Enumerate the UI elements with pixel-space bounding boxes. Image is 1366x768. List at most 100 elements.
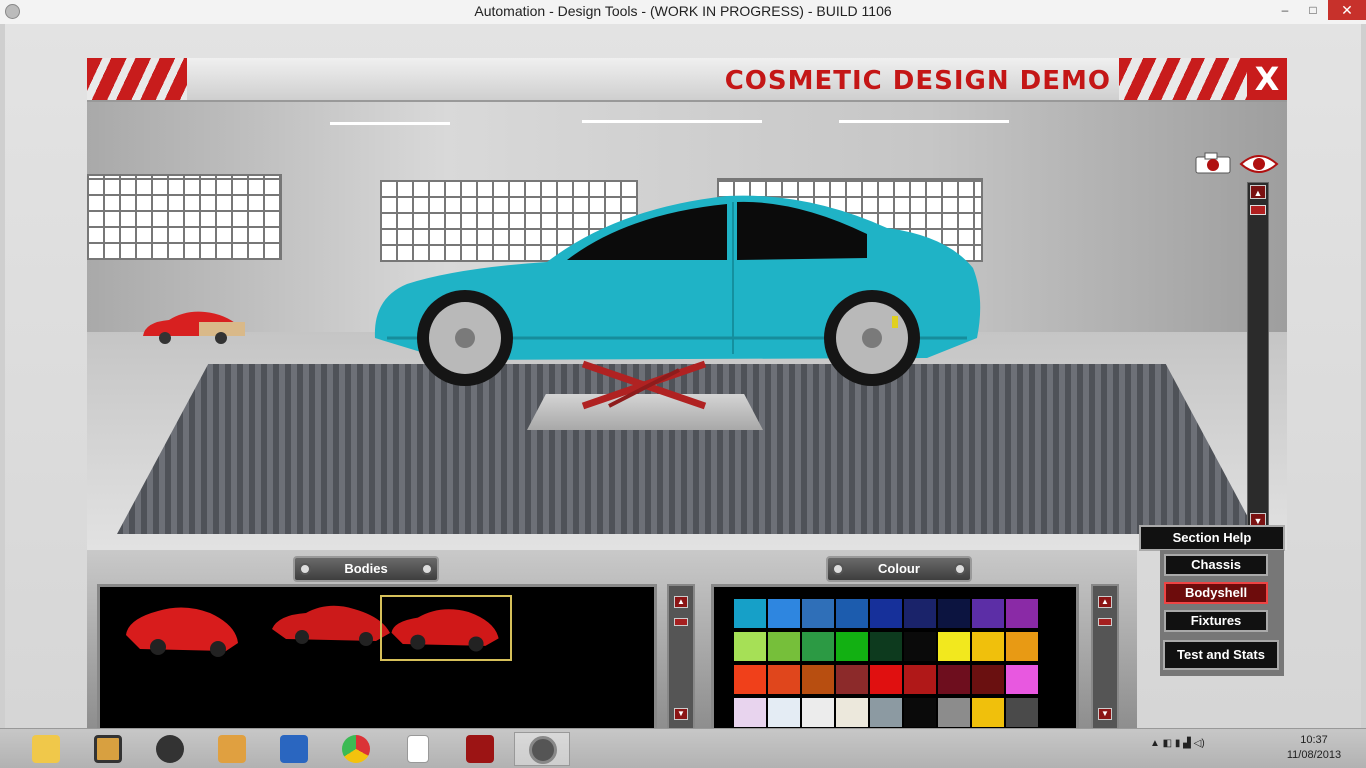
clock-time: 10:37: [1300, 734, 1328, 746]
colour-swatch[interactable]: [802, 632, 834, 661]
bodies-list: [97, 584, 657, 732]
speaker-icon: [156, 735, 184, 763]
colour-swatch[interactable]: [768, 632, 800, 661]
body-option-sedan[interactable]: [266, 595, 398, 661]
colour-swatch[interactable]: [870, 665, 902, 694]
control-panel-icon: [280, 735, 308, 763]
car-model[interactable]: [367, 188, 987, 388]
tab-bolt: [421, 563, 433, 575]
colour-swatch[interactable]: [870, 632, 902, 661]
chevron-down-icon[interactable]: ▼: [1098, 708, 1112, 720]
maximize-button[interactable]: □: [1300, 0, 1326, 20]
bodies-scrollbar[interactable]: ▲ ▼: [667, 584, 695, 732]
colour-swatch[interactable]: [1006, 599, 1038, 628]
scroll-thumb[interactable]: [674, 618, 688, 626]
zoom-slider[interactable]: ▲ ▼: [1247, 182, 1269, 530]
chevron-up-icon[interactable]: ▲: [674, 596, 688, 608]
colour-swatch[interactable]: [870, 599, 902, 628]
chevron-up-icon[interactable]: ▲: [1098, 596, 1112, 608]
chevron-down-icon[interactable]: ▼: [674, 708, 688, 720]
bodyshell-button[interactable]: Bodyshell: [1164, 582, 1268, 604]
colour-swatch[interactable]: [836, 665, 868, 694]
power-icon: [466, 735, 494, 763]
colour-swatch[interactable]: [938, 665, 970, 694]
close-demo-button[interactable]: X: [1247, 58, 1287, 100]
gear-icon: [94, 735, 122, 763]
clock-date: 11/08/2013: [1286, 749, 1342, 761]
close-window-button[interactable]: ✕: [1328, 0, 1366, 20]
taskbar-settings-app[interactable]: [80, 732, 136, 766]
colour-swatch[interactable]: [1006, 632, 1038, 661]
colour-swatch[interactable]: [938, 599, 970, 628]
colour-swatch[interactable]: [972, 599, 1004, 628]
colour-swatch[interactable]: [802, 665, 834, 694]
colour-swatch[interactable]: [1006, 665, 1038, 694]
colour-palette: [711, 584, 1079, 732]
doc-icon: [218, 735, 246, 763]
colour-swatch[interactable]: [938, 632, 970, 661]
colour-swatch[interactable]: [972, 665, 1004, 694]
taskbar-file-explorer[interactable]: [18, 732, 74, 766]
demo-title: COSMETIC DESIGN DEMO: [724, 66, 1111, 96]
colour-swatch[interactable]: [972, 632, 1004, 661]
scroll-thumb[interactable]: [1098, 618, 1112, 626]
ceiling-light: [582, 120, 762, 123]
colour-swatch[interactable]: [836, 632, 868, 661]
colour-swatch[interactable]: [1006, 698, 1038, 727]
colour-swatch[interactable]: [904, 698, 936, 727]
colour-swatch[interactable]: [836, 599, 868, 628]
window-titlebar: Automation - Design Tools - (WORK IN PRO…: [0, 0, 1366, 24]
slider-thumb[interactable]: [1250, 205, 1266, 215]
colour-label: Colour: [878, 561, 920, 576]
colour-swatch[interactable]: [768, 665, 800, 694]
folder-icon: [32, 735, 60, 763]
system-tray[interactable]: ▲ ◧ ▮ ▟ ◁): [1150, 738, 1205, 749]
colour-swatch[interactable]: [972, 698, 1004, 727]
colour-swatch[interactable]: [768, 698, 800, 727]
colour-swatch[interactable]: [836, 698, 868, 727]
colour-swatch[interactable]: [870, 698, 902, 727]
colour-swatch[interactable]: [904, 632, 936, 661]
garage-viewport[interactable]: COSMETIC DESIGN DEMO X ▲ ▼: [87, 58, 1287, 550]
body-option-coupe[interactable]: [380, 595, 512, 661]
taskbar-blank-document[interactable]: [390, 732, 446, 766]
taskbar-power-app[interactable]: [452, 732, 508, 766]
section-help-button[interactable]: Section Help: [1139, 525, 1285, 551]
colour-swatch[interactable]: [734, 698, 766, 727]
window-title: Automation - Design Tools - (WORK IN PRO…: [474, 3, 892, 19]
bodies-tab[interactable]: Bodies: [293, 556, 439, 582]
eye-icon[interactable]: [1239, 152, 1279, 176]
tab-bolt: [954, 563, 966, 575]
colour-swatch[interactable]: [802, 698, 834, 727]
colour-swatch[interactable]: [734, 599, 766, 628]
taskbar-control-panel[interactable]: [266, 732, 322, 766]
colour-swatch[interactable]: [768, 599, 800, 628]
automation-icon: [529, 736, 557, 764]
tab-bolt: [832, 563, 844, 575]
taskbar-doc-app[interactable]: [204, 732, 260, 766]
taskbar-audio-app[interactable]: [142, 732, 198, 766]
test-and-stats-button[interactable]: Test and Stats: [1163, 640, 1279, 670]
colour-scrollbar[interactable]: ▲ ▼: [1091, 584, 1119, 732]
clock[interactable]: 10:37 11/08/2013: [1282, 733, 1346, 763]
taskbar-automation-app[interactable]: [514, 732, 570, 766]
body-option-hatchback[interactable]: [118, 595, 250, 661]
colour-tab[interactable]: Colour: [826, 556, 972, 582]
taskbar-chrome[interactable]: [328, 732, 384, 766]
camera-icon[interactable]: [1195, 152, 1231, 174]
demo-header: COSMETIC DESIGN DEMO X: [87, 58, 1287, 102]
minimize-button[interactable]: –: [1272, 0, 1298, 20]
fixtures-button[interactable]: Fixtures: [1164, 610, 1268, 632]
garage-scene: ▲ ▼: [87, 102, 1287, 550]
chrome-icon: [342, 735, 370, 763]
colour-swatch[interactable]: [904, 665, 936, 694]
colour-swatch[interactable]: [938, 698, 970, 727]
colour-swatch[interactable]: [904, 599, 936, 628]
colour-swatch[interactable]: [734, 665, 766, 694]
chevron-up-icon[interactable]: ▲: [1250, 185, 1266, 199]
colour-swatch[interactable]: [802, 599, 834, 628]
tab-bolt: [299, 563, 311, 575]
colour-swatch[interactable]: [734, 632, 766, 661]
header-stripes-left: [87, 58, 187, 100]
chassis-button[interactable]: Chassis: [1164, 554, 1268, 576]
